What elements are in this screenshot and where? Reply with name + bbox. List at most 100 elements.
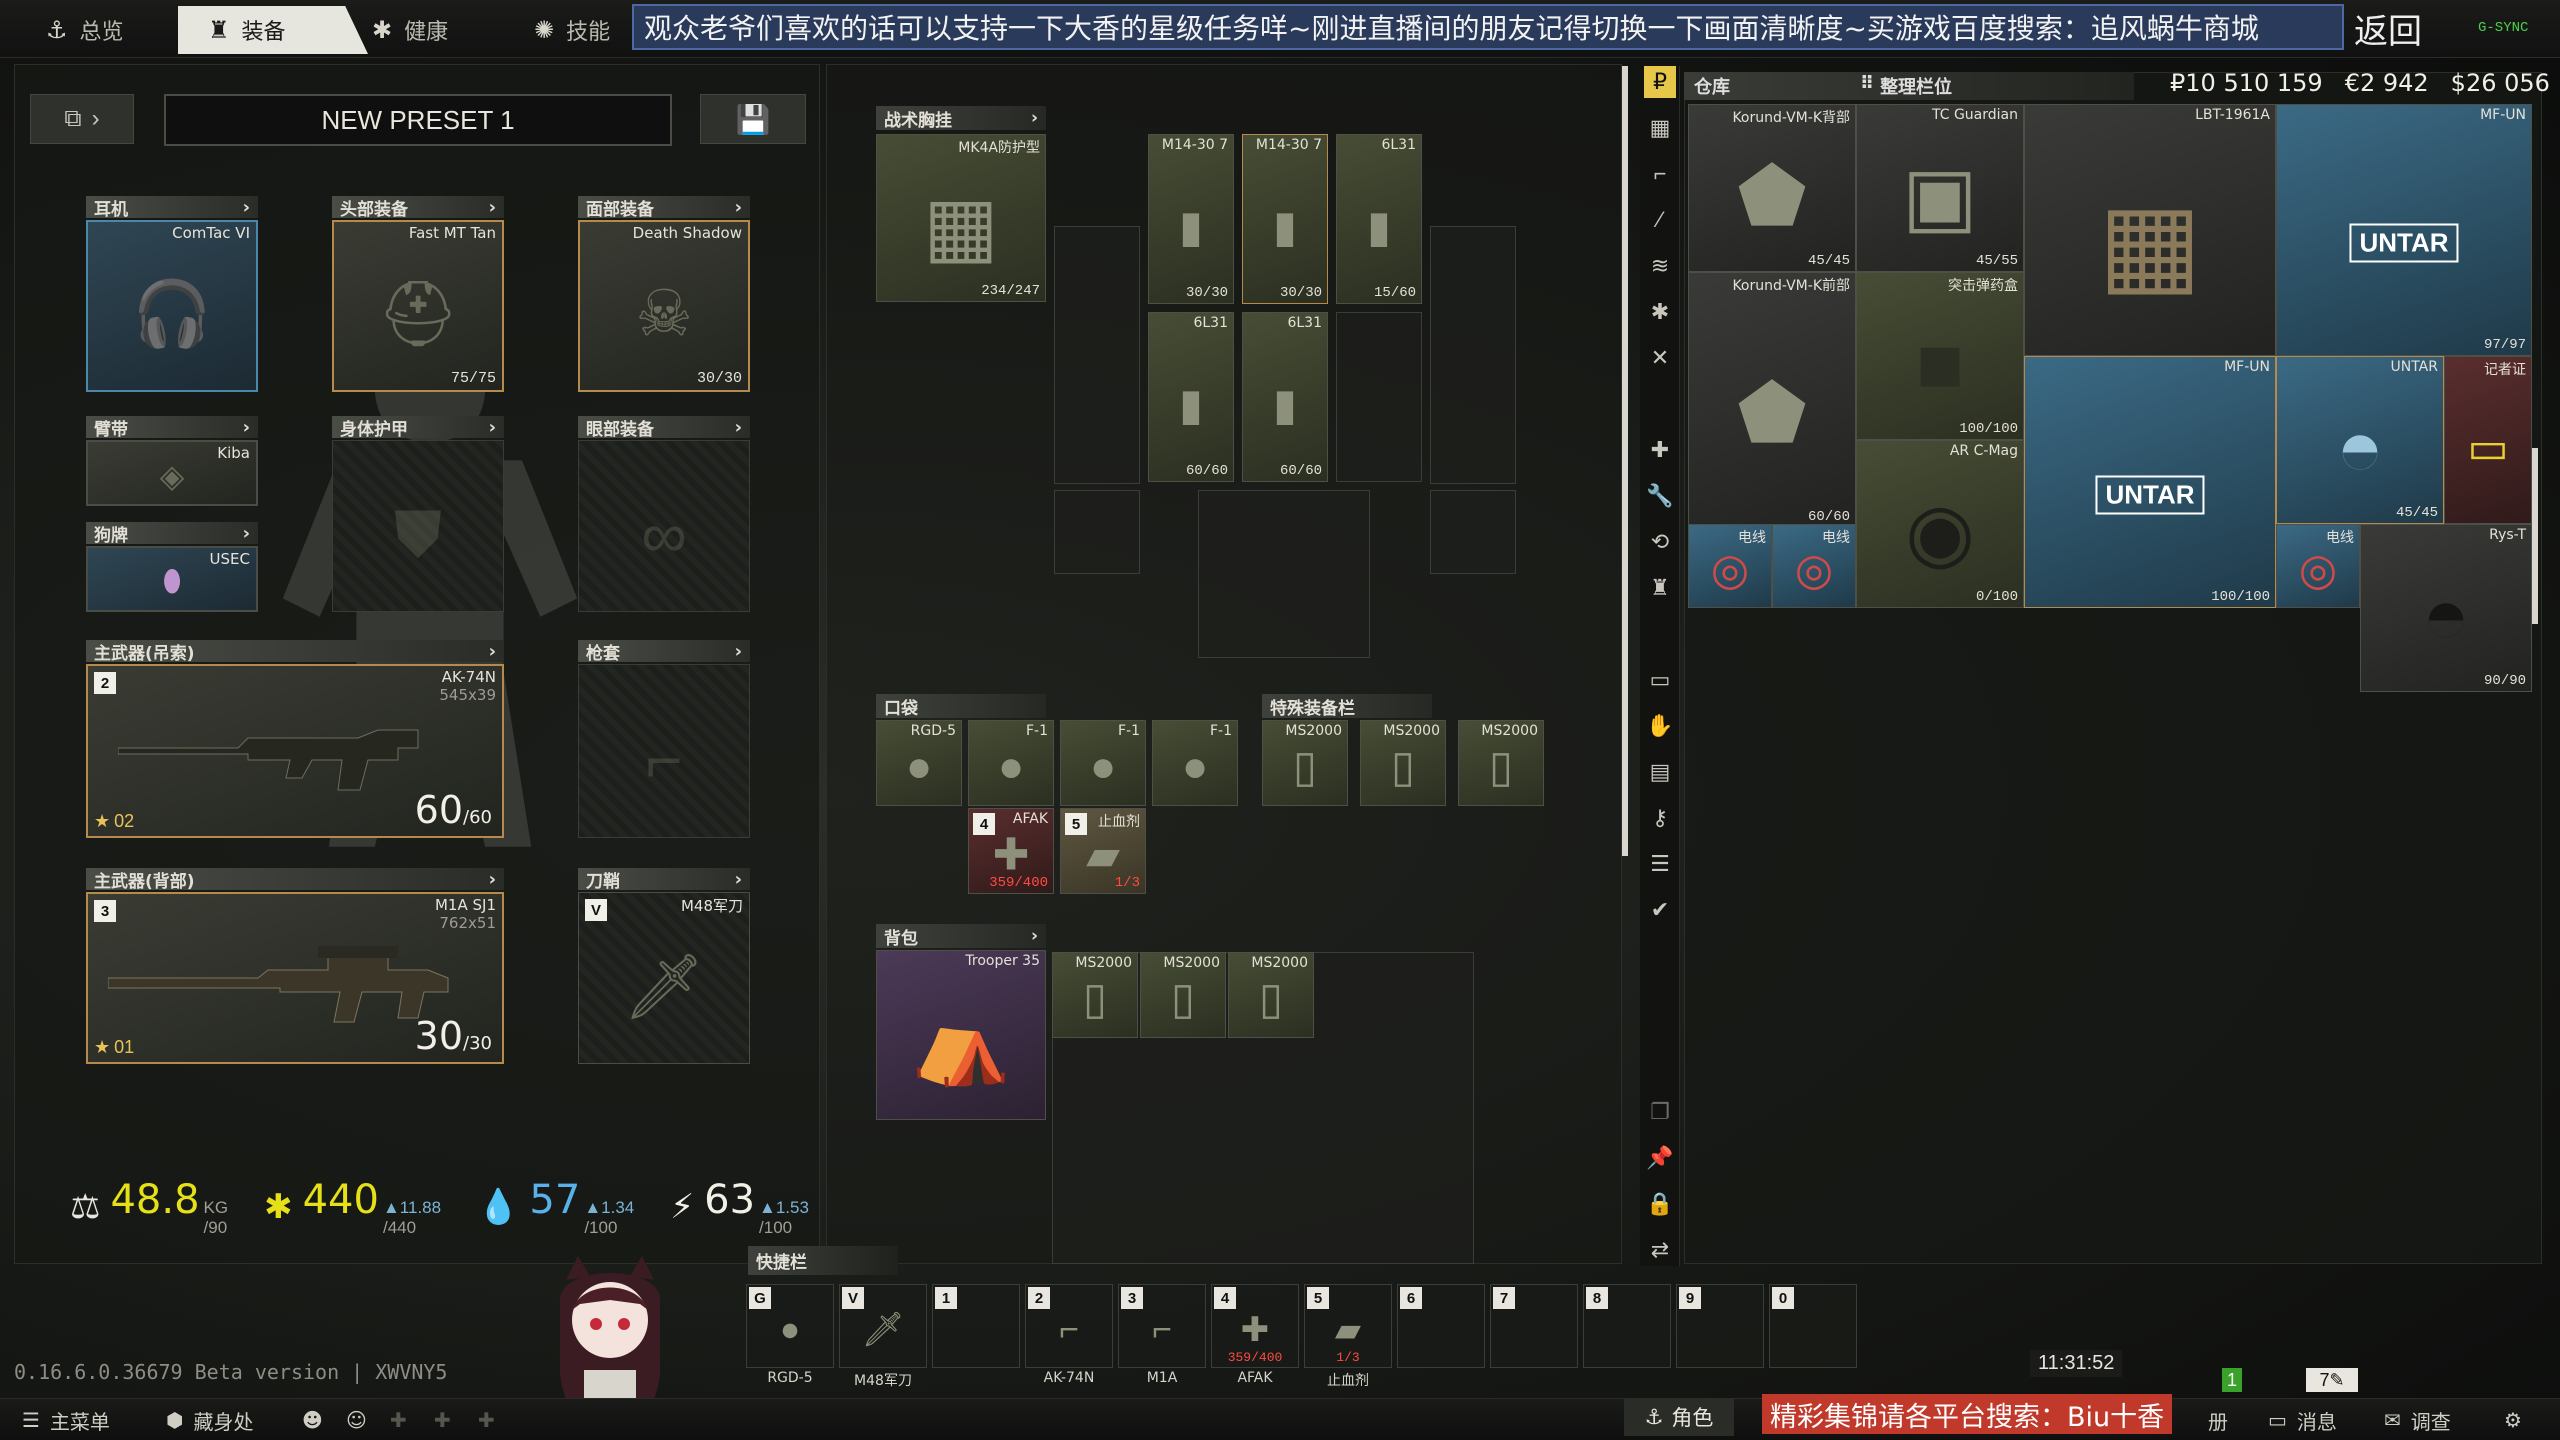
hemostat-item[interactable]: 5 止血剂 ▰ 1/3 [1060,808,1146,894]
quickbar-slot[interactable]: 0 [1769,1284,1857,1368]
helmet-item[interactable]: UNTAR ◓ 45/45 [2276,356,2444,524]
rig-cell[interactable] [1054,226,1140,484]
backpack-item[interactable]: Trooper 35 ⛺ [876,950,1046,1120]
marker-item[interactable]: MS2000 ▯ [1140,952,1226,1038]
gear-filter-icon[interactable]: ✱ [1644,296,1676,328]
armband-header[interactable]: 臂带 › [86,416,258,440]
headwear-header[interactable]: 头部装备 › [332,196,504,220]
marker-item[interactable]: MS2000 ▯ [1262,720,1348,806]
rig-cell[interactable] [1430,226,1516,484]
swap-filter-icon[interactable]: ⟲ [1644,526,1676,558]
pin-icon[interactable]: 📌 [1644,1142,1676,1174]
medical-filter-icon[interactable]: ✚ [1644,434,1676,466]
hideout-button[interactable]: ⬢ 藏身处 [166,1404,253,1436]
check-filter-icon[interactable]: ✔ [1644,894,1676,926]
ammo-box-item[interactable]: 突击弹药盒 ■ 100/100 [1856,272,2024,440]
book-filter-icon[interactable]: ▤ [1644,756,1676,788]
eyewear-header[interactable]: 眼部装备 › [578,416,750,440]
body-armor-header[interactable]: 身体护甲 › [332,416,504,440]
mods-filter-icon[interactable]: ≋ [1644,250,1676,282]
back-button[interactable]: 返回 [2354,4,2422,53]
holster-slot[interactable]: ⌐ [578,664,750,838]
headwear-slot[interactable]: Fast MT Tan ⛑ 75/75 [332,220,504,392]
main-menu-button[interactable]: ☰ 主菜单 [22,1404,110,1436]
pmc-button[interactable]: ☻ [302,1404,323,1436]
quickbar-slot[interactable]: 1 [932,1284,1020,1368]
armor-vest-item[interactable]: MF-UN UNTAR 97/97 [2276,104,2532,356]
quickbar-slot[interactable]: G ● [746,1284,834,1368]
primary-back-slot[interactable]: 3 M1A SJ1 762x51 ★ 01 30/30 [86,892,504,1064]
tab-skills[interactable]: ✺ 技能 [534,8,610,52]
add-button[interactable]: ✚ [478,1404,495,1436]
chest-rig-item[interactable]: LBT-1961A ▦ [2024,104,2276,356]
grenade-item[interactable]: F-1 ● [968,720,1054,806]
holster-header[interactable]: 枪套 › [578,640,750,664]
marker-item[interactable]: MS2000 ▯ [1458,720,1544,806]
earpiece-slot[interactable]: ComTac VI 🎧 [86,220,258,392]
sheath-slot[interactable]: V M48军刀 🗡 [578,892,750,1064]
sheath-header[interactable]: 刀鞘 › [578,868,750,892]
preset-list-button[interactable]: ⧉ › [30,94,134,144]
quickbar-slot[interactable]: V 🗡 [839,1284,927,1368]
character-button[interactable]: ⚓ 角色 [1624,1398,1734,1436]
tab-gear[interactable]: ♜ 装备 [178,6,368,54]
drum-mag-item[interactable]: AR C-Mag ◉ 0/100 [1856,440,2024,608]
preset-name-field[interactable]: NEW PRESET 1 [164,94,672,146]
rig-cell[interactable] [1198,490,1370,658]
sort-slots-button[interactable]: ⠿ 整理栏位 [1860,73,1952,99]
wires-item[interactable]: 电线 ◎ [1772,524,1856,608]
face-header[interactable]: 面部装备 › [578,196,750,220]
press-pass-item[interactable]: 记者证 ▭ [2444,356,2532,524]
face-slot[interactable]: Death Shadow ☠ 30/30 [578,220,750,392]
rig-item[interactable]: MK4A防护型 ▦ 234/247 [876,134,1046,302]
armor-vest-item[interactable]: MF-UN UNTAR 100/100 [2024,356,2276,608]
primary-sling-header[interactable]: 主武器(吊索) › [86,640,504,664]
barter-filter-icon[interactable]: 🔧 [1644,480,1676,512]
primary-back-header[interactable]: 主武器(背部) › [86,868,504,892]
rig-cell[interactable] [1054,490,1140,574]
sort-icon[interactable]: ⇄ [1644,1234,1676,1266]
rig-cell[interactable] [1336,312,1422,482]
stash-scrollbar[interactable] [2532,448,2538,624]
armor-plate-item[interactable]: TC Guardian ▣ 45/55 [1856,104,2024,272]
notes-filter-icon[interactable]: ☰ [1644,848,1676,880]
grenade-item[interactable]: F-1 ● [1152,720,1238,806]
marker-item[interactable]: MS2000 ▯ [1228,952,1314,1038]
quickbar-slot[interactable]: 8 [1583,1284,1671,1368]
quickbar-slot[interactable]: 9 [1676,1284,1764,1368]
key-filter-icon[interactable]: ⚷ [1644,802,1676,834]
hand-filter-icon[interactable]: ✋ [1644,710,1676,742]
survey-button[interactable]: ✉ 调查 [2384,1404,2451,1436]
messages-button[interactable]: ▭ 消息 [2268,1404,2337,1436]
quickbar-slot[interactable]: 5 ▰ 1/3 [1304,1284,1392,1368]
eyewear-slot[interactable]: ∞ [578,440,750,612]
backpack-header[interactable]: 背包 › [876,924,1046,949]
tab-health[interactable]: ✱ 健康 [372,8,448,52]
grenade-item[interactable]: F-1 ● [1060,720,1146,806]
ammo-filter-icon[interactable]: ⁄ [1644,204,1676,236]
quickbar-slot[interactable]: 3 ⌐ [1118,1284,1206,1368]
magazine-item[interactable]: 6L31 ▮ 60/60 [1242,312,1328,482]
quickbar-slot[interactable]: 6 [1397,1284,1485,1368]
magazine-item[interactable]: 6L31 ▮ 60/60 [1148,312,1234,482]
register-button[interactable]: 册 [2208,1404,2228,1436]
lock-icon[interactable]: 🔒 [1644,1188,1676,1220]
melee-filter-icon[interactable]: ✕ [1644,342,1676,374]
weapon-filter-icon[interactable]: ⌐ [1644,158,1676,190]
armor-plate-item[interactable]: Korund-VM-K前部 ⬟ 60/60 [1688,272,1856,528]
helmet-item[interactable]: Rys-T ◓ 90/90 [2360,524,2532,692]
wires-item[interactable]: 电线 ◎ [2276,524,2360,608]
settings-button[interactable]: ⚙ [2504,1404,2522,1436]
rig-header[interactable]: 战术胸挂 › [876,106,1046,131]
rig-cell[interactable] [1430,490,1516,574]
magazine-item[interactable]: M14-30 7 ▮ 30/30 [1242,134,1328,304]
add-button[interactable]: ✚ [434,1404,451,1436]
case-filter-icon[interactable]: ▭ [1644,664,1676,696]
save-preset-button[interactable]: 💾 [700,94,806,144]
quickbar-slot[interactable]: 2 ⌐ [1025,1284,1113,1368]
grenade-item[interactable]: RGD-5 ● [876,720,962,806]
earpiece-header[interactable]: 耳机 › [86,196,258,220]
grid-icon[interactable]: ▦ [1644,112,1676,144]
marker-item[interactable]: MS2000 ▯ [1052,952,1138,1038]
window-icon[interactable]: ❐ [1644,1096,1676,1128]
